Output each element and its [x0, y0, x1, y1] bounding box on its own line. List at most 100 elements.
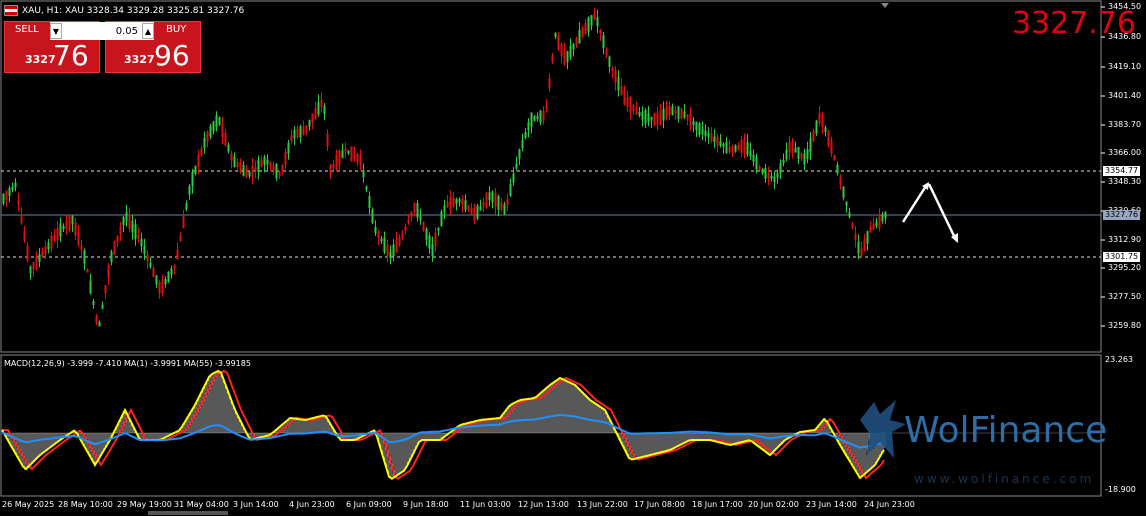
candle-body [722, 143, 725, 147]
candle-body [299, 126, 302, 138]
candle-body [713, 136, 716, 143]
sell-label: SELL [15, 24, 39, 35]
candle-body [344, 148, 347, 152]
candle-body [536, 116, 539, 120]
candle-body [302, 126, 305, 135]
candle-body [359, 155, 362, 165]
candle-body [533, 116, 536, 122]
candle-body [704, 130, 707, 137]
time-axis-label: 23 Jun 14:00 [806, 500, 857, 509]
time-axis-label: 29 May 19:00 [117, 500, 172, 509]
candle-body [479, 206, 482, 211]
candle-body [644, 110, 647, 124]
candle-body [8, 187, 11, 196]
candle-body [392, 244, 395, 257]
candle-body [707, 133, 710, 138]
candle-body [452, 197, 455, 208]
candle-body [806, 149, 809, 159]
candle-body [245, 168, 248, 178]
candle-body [149, 262, 152, 268]
horizontal-scrollbar [148, 511, 228, 515]
candle-body [566, 51, 569, 63]
candle-body [377, 232, 380, 238]
candle-body [254, 167, 257, 171]
candle-body [23, 231, 26, 241]
lot-input[interactable]: 0.05 [62, 26, 142, 37]
candle-body [323, 106, 326, 114]
candle-body [545, 105, 548, 109]
symbol-info: XAU, H1: XAU 3328.34 3329.28 3325.81 332… [22, 5, 245, 16]
candle-body [500, 202, 503, 210]
candle-body [473, 206, 476, 222]
flag-icon [4, 5, 18, 16]
candle-body [278, 171, 281, 177]
lot-size-control[interactable]: ▼ 0.05 ▲ [50, 22, 154, 40]
candle-body [83, 250, 86, 264]
candle-body [371, 209, 374, 223]
candle-body [68, 215, 71, 230]
macd-signal-line [2, 369, 885, 480]
buy-price-prefix: 3327 [124, 53, 155, 66]
candle-body [542, 110, 545, 121]
candle-body [605, 48, 608, 55]
candle-body [506, 198, 509, 206]
candle-body [140, 238, 143, 247]
lot-increase-icon[interactable]: ▲ [142, 23, 154, 39]
candle-body [251, 165, 254, 177]
candle-body [197, 155, 200, 167]
candle-body [488, 192, 491, 201]
candle-body [131, 220, 134, 233]
candle-body [395, 239, 398, 253]
candle-body [854, 233, 857, 240]
candle-body [236, 162, 239, 168]
candle-body [611, 68, 614, 72]
candle-body [695, 121, 698, 131]
chart-header: XAU, H1: XAU 3328.34 3329.28 3325.81 332… [4, 5, 244, 16]
candle-body [560, 44, 563, 56]
candle-body [581, 27, 584, 38]
candle-body [464, 200, 467, 210]
candle-body [185, 203, 188, 210]
candle-body [77, 232, 80, 245]
candle-body [512, 173, 515, 183]
chart-shift-icon [881, 3, 889, 8]
candle-body [518, 149, 521, 159]
candle-body [683, 111, 686, 118]
candle-body [2, 193, 5, 204]
candle-body [281, 164, 284, 172]
candle-body [857, 241, 860, 254]
candle-body [242, 164, 245, 176]
upper-level-price-box: 3354.77 [1103, 166, 1141, 176]
candle-body [632, 105, 635, 111]
candle-body [698, 122, 701, 136]
candle-body [98, 321, 101, 327]
time-axis-label: 13 Jun 22:00 [577, 500, 628, 509]
down-arrow-line [927, 183, 957, 239]
candle-body [635, 107, 638, 115]
candle-body [203, 137, 206, 149]
candle-body [11, 186, 14, 191]
candle-body [41, 251, 44, 257]
candle-body [623, 90, 626, 105]
candle-body [362, 170, 365, 178]
candle-body [329, 164, 332, 176]
candle-body [830, 140, 833, 154]
lot-decrease-icon[interactable]: ▼ [50, 23, 62, 39]
candle-body [293, 130, 296, 139]
candle-body [521, 140, 524, 148]
candle-body [872, 224, 875, 230]
time-axis-label: 28 May 10:00 [58, 500, 113, 509]
watermark-site: www.wolfinance.com [914, 472, 1095, 486]
candle-body [737, 144, 740, 150]
candle-body [440, 211, 443, 227]
candle-body [725, 141, 728, 154]
candle-body [206, 131, 209, 142]
candle-body [812, 130, 815, 142]
candle-body [842, 186, 845, 198]
candle-body [296, 128, 299, 138]
candle-body [563, 50, 566, 65]
candle-body [275, 163, 278, 179]
candle-body [260, 160, 263, 167]
candle-body [134, 224, 137, 240]
buy-label: BUY [166, 24, 187, 35]
